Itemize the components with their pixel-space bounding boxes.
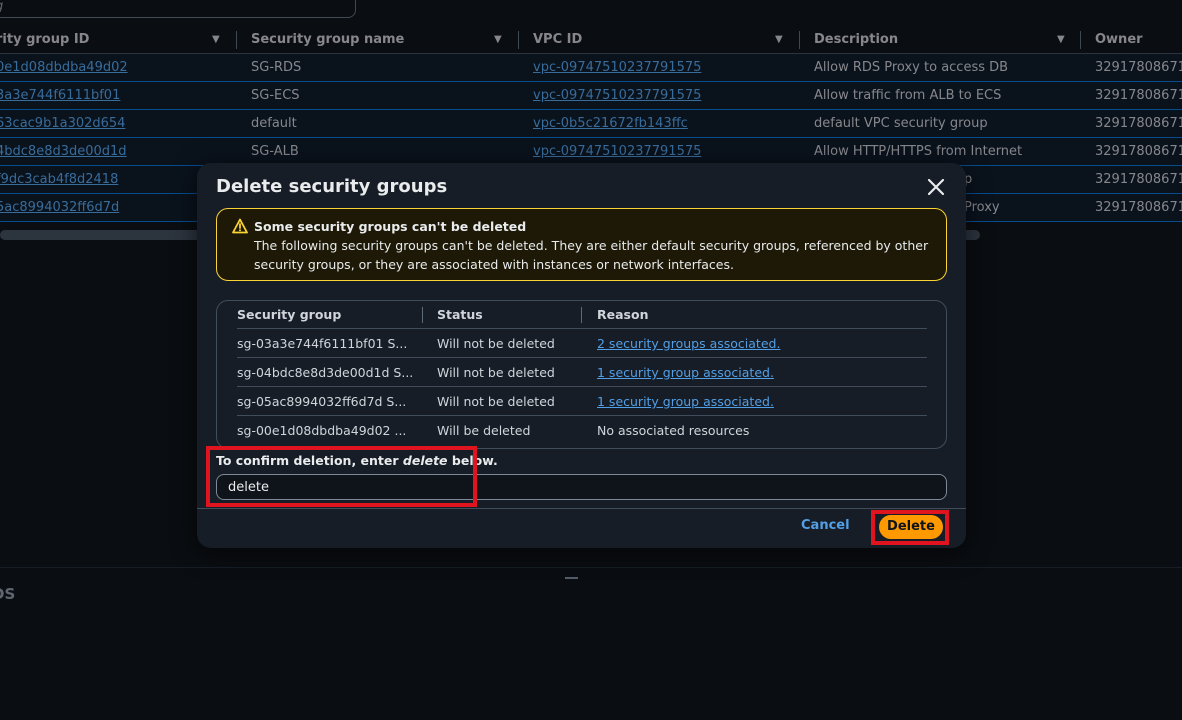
table-row: sg-00e1d08dbdba49d02 ... Will be deleted…: [237, 416, 927, 445]
close-icon: [927, 178, 945, 196]
highlight-box: [206, 446, 477, 507]
status-cell: Will not be deleted: [437, 336, 555, 351]
status-cell: Will be deleted: [437, 423, 531, 438]
footer-divider: [197, 508, 966, 509]
warning-alert: Some security groups can't be deleted Th…: [216, 208, 947, 281]
security-groups-delete-table: Security group Status Reason sg-03a3e744…: [216, 300, 947, 449]
reason-link[interactable]: 1 security group associated.: [597, 394, 774, 409]
alert-body: The following security groups can't be d…: [254, 238, 929, 272]
security-group-cell: sg-05ac8994032ff6d7d S...: [237, 394, 407, 409]
column-header-security-group: Security group: [237, 307, 342, 322]
security-group-cell: sg-00e1d08dbdba49d02 ...: [237, 423, 407, 438]
reason-link[interactable]: 2 security groups associated.: [597, 336, 780, 351]
column-header-reason: Reason: [597, 307, 649, 322]
column-divider[interactable]: [422, 307, 423, 323]
column-header-status: Status: [437, 307, 483, 322]
status-cell: Will not be deleted: [437, 365, 555, 380]
close-button[interactable]: [924, 175, 948, 199]
table-row: sg-05ac8994032ff6d7d S... Will not be de…: [237, 387, 927, 416]
table-row: sg-03a3e744f6111bf01 S... Will not be de…: [237, 329, 927, 358]
security-group-cell: sg-04bdc8e8d3de00d1d S...: [237, 365, 414, 380]
reason-cell: No associated resources: [597, 423, 750, 438]
status-cell: Will not be deleted: [437, 394, 555, 409]
column-divider[interactable]: [581, 307, 582, 323]
modal-title: Delete security groups: [216, 176, 448, 197]
highlight-box: [871, 510, 949, 545]
alert-title: Some security groups can't be deleted: [254, 219, 527, 234]
security-group-cell: sg-03a3e744f6111bf01 S...: [237, 336, 408, 351]
table-header: Security group Status Reason: [237, 301, 927, 329]
cancel-button[interactable]: Cancel: [801, 518, 850, 533]
reason-link[interactable]: 1 security group associated.: [597, 365, 774, 380]
warning-icon: [232, 218, 248, 234]
table-row: sg-04bdc8e8d3de00d1d S... Will not be de…: [237, 358, 927, 387]
